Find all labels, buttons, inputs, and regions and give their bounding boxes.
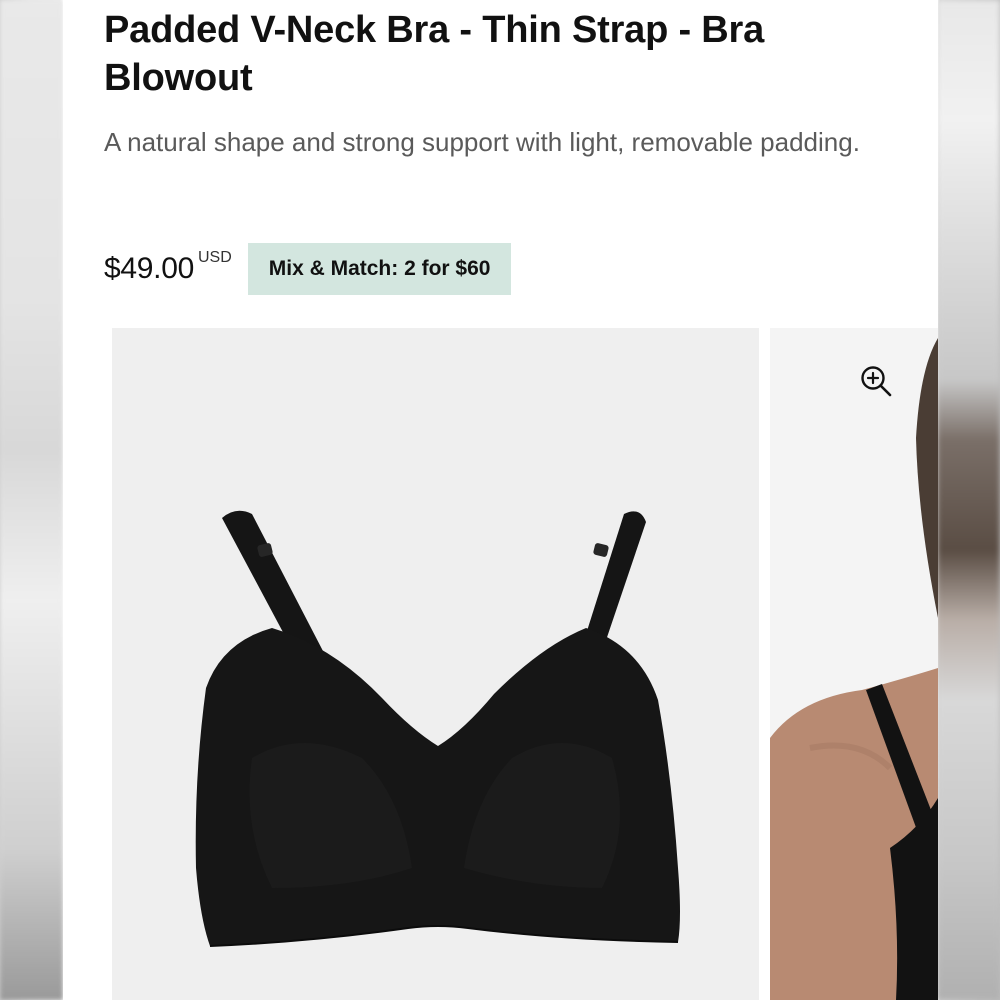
promo-badge: Mix & Match: 2 for $60	[247, 243, 512, 295]
product-page: Padded V-Neck Bra - Thin Strap - Bra Blo…	[63, 0, 938, 1000]
background-blur-left	[0, 0, 63, 1000]
product-title: Padded V-Neck Bra - Thin Strap - Bra Blo…	[104, 9, 765, 99]
price-row: $49.00 USD Mix & Match: 2 for $60	[104, 243, 512, 295]
screen: Padded V-Neck Bra - Thin Strap - Bra Blo…	[0, 0, 1000, 1000]
price-currency: USD	[197, 249, 232, 266]
product-description: A natural shape and strong support with …	[104, 127, 860, 157]
secondary-product-image[interactable]	[770, 328, 938, 1000]
zoom-button[interactable]	[857, 362, 895, 400]
bra-product-illustration	[195, 510, 680, 947]
model-illustration	[770, 328, 938, 1000]
background-blur-right	[937, 0, 1000, 1000]
main-product-image[interactable]	[112, 328, 759, 1000]
product-price: $49.00	[104, 252, 194, 285]
zoom-in-icon	[861, 366, 892, 397]
